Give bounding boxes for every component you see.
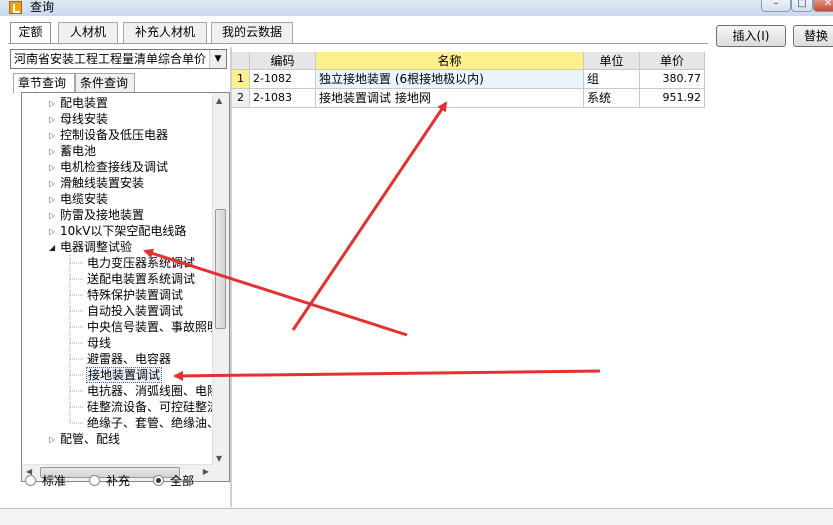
cell-unit[interactable]: 组 <box>584 70 640 89</box>
column-header-unit[interactable]: 单位 <box>584 52 640 70</box>
tab-cloud-data[interactable]: 我的云数据 <box>211 22 293 43</box>
app-icon <box>9 1 22 14</box>
cell-price[interactable]: 951.92 <box>640 89 705 108</box>
cell-name[interactable]: 独立接地装置 (6根接地极以内) <box>316 70 584 89</box>
tree-leaf-selected[interactable]: 接地装置调试 <box>86 367 163 383</box>
radio-dot-icon <box>25 475 36 486</box>
tree-connector-lines <box>69 255 84 424</box>
close-button[interactable]: ✕ <box>813 0 833 12</box>
tree-leaf[interactable]: 中央信号装置、事故照明 <box>87 320 219 335</box>
chapter-tree: ▷ 配电装置 ▷ 母线安装 ▷ 控制设备及低压电器 ▷ 蓄电池 ▷ 电机检查接线及调试 ▷… <box>21 92 230 482</box>
radio-all[interactable]: 全部 <box>153 473 194 489</box>
cell-code[interactable]: 2-1082 <box>250 70 316 89</box>
expand-arrow-icon[interactable]: ▷ <box>49 192 55 207</box>
radio-supplement[interactable]: 补充 <box>89 473 130 489</box>
expand-arrow-icon[interactable]: ▷ <box>49 144 55 159</box>
collapse-arrow-icon[interactable]: ◢ <box>49 240 55 255</box>
tab-condition-query[interactable]: 条件查询 <box>75 73 135 92</box>
tab-dinge[interactable]: 定额 <box>10 22 51 44</box>
scroll-down-icon[interactable]: ▼ <box>216 454 222 463</box>
left-panel: 河南省安装工程工程量清单综合单价 ▼ 章节查询 条件查询 ▷ 配电装置 ▷ 母线安装… <box>8 47 230 507</box>
tree-leaf[interactable]: 电抗器、消弧线圈、电除 <box>87 384 219 399</box>
arrow-to-grid-row <box>291 101 448 331</box>
tree-leaf[interactable]: 送配电装置系统调试 <box>87 272 195 287</box>
tab-rencaiji[interactable]: 人材机 <box>58 22 118 43</box>
tree-leaf[interactable]: 硅整流设备、可控硅整流 <box>87 400 219 415</box>
library-select-value: 河南省安装工程工程量清单综合单价 <box>14 52 207 66</box>
chevron-down-icon[interactable]: ▼ <box>209 50 226 68</box>
table-corner <box>232 52 250 70</box>
tree-item[interactable]: ▷ 母线安装 <box>49 112 108 127</box>
library-select[interactable]: 河南省安装工程工程量清单综合单价 ▼ <box>10 49 227 69</box>
title-bar: 查询 – □ ✕ <box>0 0 833 16</box>
expand-arrow-icon[interactable]: ▷ <box>49 176 55 191</box>
tree-leaf[interactable]: 绝缘子、套管、绝缘油、 <box>87 416 219 431</box>
tree-item[interactable]: ▷ 控制设备及低压电器 <box>49 128 168 143</box>
expand-arrow-icon[interactable]: ▷ <box>49 432 55 447</box>
tree-item[interactable]: ▷ 蓄电池 <box>49 144 96 159</box>
panel-splitter[interactable] <box>230 47 232 507</box>
expand-arrow-icon[interactable]: ▷ <box>49 96 55 111</box>
column-header-price[interactable]: 单价 <box>640 52 705 70</box>
cell-unit[interactable]: 系统 <box>584 89 640 108</box>
tree-leaf[interactable]: 避雷器、电容器 <box>87 352 171 367</box>
tree-item-expanded[interactable]: ◢ 电器调整试验 <box>49 240 132 255</box>
tree-vertical-scrollbar[interactable]: ▲ ▼ <box>212 93 229 481</box>
tree-item[interactable]: ▷ 滑触线装置安装 <box>49 176 144 191</box>
tree-item[interactable]: ▷ 电机检查接线及调试 <box>49 160 168 175</box>
row-number[interactable]: 1 <box>232 70 250 89</box>
scroll-up-icon[interactable]: ▲ <box>216 96 222 105</box>
tree-item[interactable]: ▷ 电缆安装 <box>49 192 108 207</box>
maximize-button[interactable]: □ <box>791 0 813 12</box>
tab-divider <box>8 43 708 44</box>
tree-leaf[interactable]: 母线 <box>87 336 111 351</box>
radio-dot-checked-icon <box>153 475 164 486</box>
replace-button[interactable]: 替换 <box>793 25 833 47</box>
tab-buchong-rencaiji[interactable]: 补充人材机 <box>123 22 207 43</box>
tree-item[interactable]: ▷ 10kV以下架空配电线路 <box>49 224 186 239</box>
row-number[interactable]: 2 <box>232 89 250 108</box>
window-title: 查询 <box>30 0 55 14</box>
column-header-name[interactable]: 名称 <box>316 52 584 70</box>
scrollbar-thumb[interactable] <box>215 209 226 329</box>
tree-item[interactable]: ▷ 配管、配线 <box>49 432 120 447</box>
radio-standard[interactable]: 标准 <box>25 473 66 489</box>
arrow-to-selected-leaf <box>173 369 601 381</box>
expand-arrow-icon[interactable]: ▷ <box>49 208 55 223</box>
tree-item[interactable]: ▷ 配电装置 <box>49 96 108 111</box>
expand-arrow-icon[interactable]: ▷ <box>49 160 55 175</box>
column-header-code[interactable]: 编码 <box>250 52 316 70</box>
cell-code[interactable]: 2-1083 <box>250 89 316 108</box>
tree-leaf[interactable]: 电力变压器系统调试 <box>87 256 195 271</box>
expand-arrow-icon[interactable]: ▷ <box>49 224 55 239</box>
minimize-button[interactable]: – <box>761 0 791 12</box>
window-bottom-edge <box>0 508 833 525</box>
expand-arrow-icon[interactable]: ▷ <box>49 128 55 143</box>
radio-dot-icon <box>89 475 100 486</box>
tree-leaf[interactable]: 特殊保护装置调试 <box>87 288 183 303</box>
scroll-right-icon[interactable]: ▶ <box>203 467 209 476</box>
tab-chapter-query[interactable]: 章节查询 <box>13 73 75 93</box>
cell-name[interactable]: 接地装置调试 接地网 <box>316 89 584 108</box>
tree-item[interactable]: ▷ 防雷及接地装置 <box>49 208 144 223</box>
cell-price[interactable]: 380.77 <box>640 70 705 89</box>
insert-button[interactable]: 插入(I) <box>716 25 786 47</box>
tree-leaf[interactable]: 自动投入装置调试 <box>87 304 183 319</box>
expand-arrow-icon[interactable]: ▷ <box>49 112 55 127</box>
